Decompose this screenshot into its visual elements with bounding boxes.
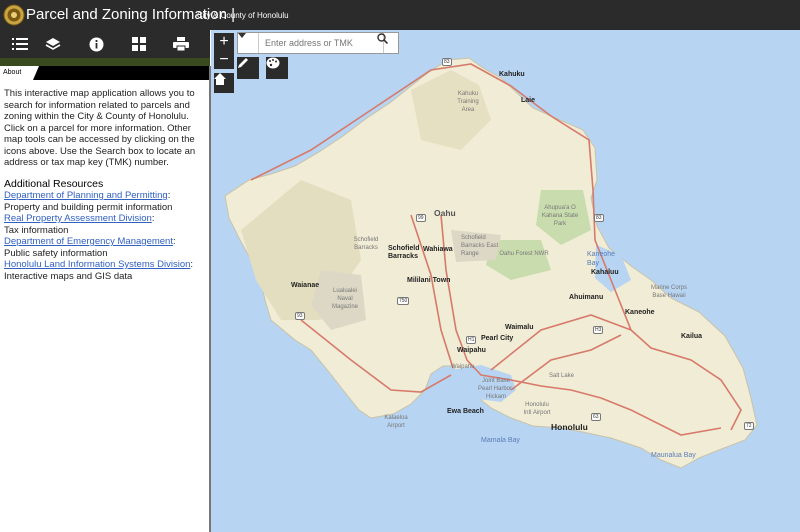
resource-description: Property and building permit information	[4, 201, 173, 213]
place-label: Ewa Beach	[447, 408, 484, 415]
map-view[interactable]: Kahuku Laie Kahuku Training Area Oahu Ah…	[211, 30, 800, 532]
draw-button[interactable]	[237, 57, 259, 79]
place-label: Waipahu	[451, 364, 475, 370]
oahu-basemap	[224, 57, 758, 469]
search-icon	[377, 33, 388, 44]
place-label: Schofield Barracks	[353, 237, 379, 251]
place-label: Kaneohe	[625, 309, 655, 316]
resource-item: Department of Planning and Permitting: P…	[4, 190, 202, 213]
route-shield: 93	[295, 312, 305, 320]
about-intro: This interactive map application allows …	[4, 88, 196, 168]
place-label: Kailua	[681, 333, 703, 340]
palette-icon	[266, 57, 280, 69]
link-real-property-assessment[interactable]: Real Property Assessment Division	[4, 213, 152, 224]
route-shield: 750	[397, 297, 410, 305]
measure-button[interactable]	[266, 57, 288, 79]
resource-item: Honolulu Land Information Systems Divisi…	[4, 259, 202, 282]
zoom-control: + −	[214, 33, 234, 69]
resource-item: Real Property Assessment Division: Tax i…	[4, 213, 202, 236]
place-label: Salt Lake	[549, 373, 575, 379]
tab-about[interactable]: About	[0, 66, 39, 80]
search-button[interactable]	[377, 33, 398, 53]
place-label: Ahupua'a O Kahana State Park	[541, 205, 579, 227]
info-icon[interactable]	[76, 30, 116, 58]
resources-heading: Additional Resources	[4, 177, 104, 190]
route-shield: 99	[416, 214, 426, 222]
place-label: Joint Base Pearl Harbor-Hickam	[477, 378, 514, 400]
home-button[interactable]	[214, 73, 234, 93]
place-label: Waipahu	[457, 347, 486, 354]
print-icon[interactable]	[161, 30, 201, 58]
place-label: Lualualei Naval Magazine	[331, 288, 358, 310]
route-shield: H1	[466, 336, 477, 344]
place-label: Oahu	[434, 208, 456, 218]
place-label: Marine Corps Base Hawaii	[650, 285, 687, 299]
zoom-in-button[interactable]: +	[214, 33, 234, 51]
place-label: Laie	[521, 97, 536, 104]
link-emergency-management[interactable]: Department of Emergency Management	[4, 236, 173, 247]
place-label: Kahuku Training Area	[457, 91, 479, 113]
link-planning-permitting[interactable]: Department of Planning and Permitting	[4, 190, 168, 201]
route-shield: 83	[442, 58, 452, 66]
place-label: Maunalua Bay	[651, 452, 696, 459]
place-label: Kalaeloa Airport	[384, 415, 408, 429]
place-label: Pearl City	[481, 335, 514, 342]
app-subtitle: City & County of Honolulu	[197, 11, 289, 20]
place-label: Schofield Barracks	[388, 245, 420, 260]
place-label: Kaneohe Bay	[587, 251, 616, 267]
widget-toolbar	[0, 30, 210, 58]
route-shield: 72	[744, 422, 754, 430]
place-label: Mililani Town	[407, 277, 451, 284]
place-label: Kahuku	[499, 71, 525, 78]
place-label: Kahaluu	[591, 269, 619, 276]
pencil-icon	[238, 58, 248, 68]
search-source-dropdown[interactable]	[238, 33, 258, 53]
layers-icon[interactable]	[33, 30, 73, 58]
route-shield: 83	[594, 214, 604, 222]
panel-tabs: About	[0, 66, 210, 80]
place-label: Mamala Bay	[481, 437, 520, 444]
home-icon	[214, 73, 226, 85]
resource-description: Public safety information	[4, 247, 108, 259]
route-shield: H3	[593, 326, 604, 334]
basemap-gallery-icon[interactable]	[119, 30, 159, 58]
link-land-information-systems[interactable]: Honolulu Land Information Systems Divisi…	[4, 259, 190, 270]
app-header: Parcel and Zoning Information | City & C…	[0, 0, 800, 30]
place-label: Wahiawa	[423, 246, 453, 253]
search-input[interactable]	[258, 33, 384, 53]
place-label: Ahuimanu	[569, 294, 604, 301]
route-shield: 63	[591, 413, 601, 421]
resource-description: Tax information	[4, 224, 69, 236]
place-label: Oahu Forest NWR	[499, 251, 549, 257]
about-panel: This interactive map application allows …	[0, 80, 202, 532]
resource-item: Department of Emergency Management: Publ…	[4, 236, 202, 259]
caret-down-icon	[238, 33, 246, 38]
resource-description: Interactive maps and GIS data	[4, 270, 133, 282]
search-widget	[237, 32, 399, 54]
place-label: Honolulu Intl Airport	[523, 402, 551, 416]
zoom-out-button[interactable]: −	[214, 51, 234, 69]
city-seal-icon	[3, 4, 25, 26]
place-label: Waimalu	[505, 324, 534, 331]
place-label: Honolulu	[551, 422, 588, 432]
place-label: Waianae	[291, 282, 320, 289]
